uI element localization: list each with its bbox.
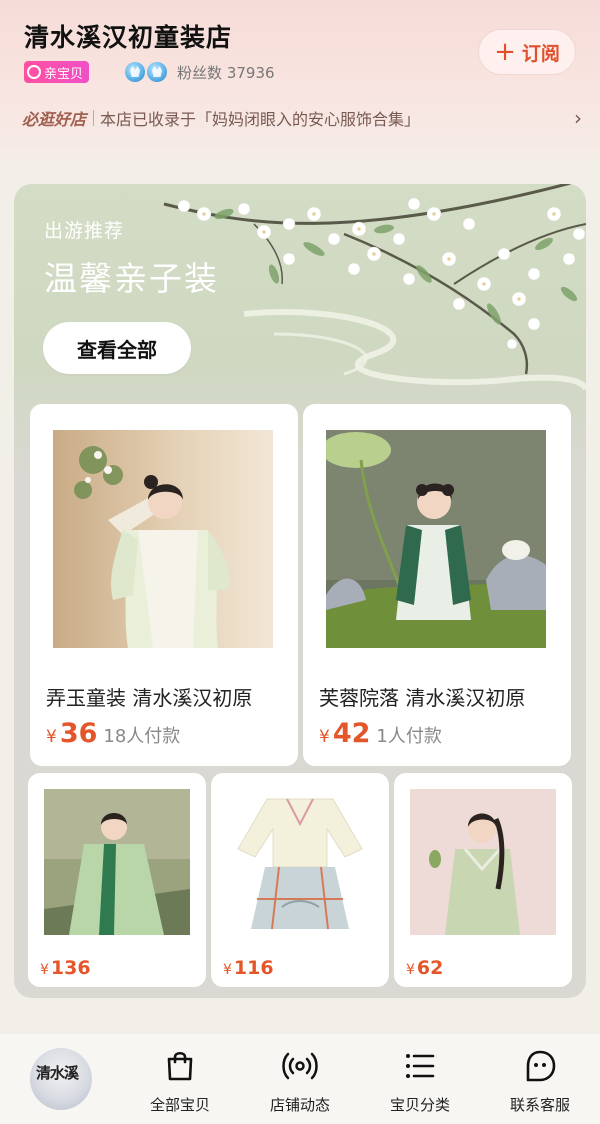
product-price: 116 [233,957,274,979]
promo-text: 本店已收录于「妈妈闭眼入的安心服饰合集」 [100,110,421,129]
chat-face-icon [526,1050,556,1082]
list-icon [406,1054,435,1078]
girl-green-hanfu-photo [44,789,190,935]
product-card[interactable]: 芙蓉院落 清水溪汉初原 ¥ 42 1人付款 [303,404,571,766]
banner-subtitle: 出游推荐 [44,220,125,242]
girl-lotus-photo [326,430,546,648]
nav-categories[interactable]: 宝贝分类 [365,1048,475,1118]
product-image[interactable] [44,789,190,935]
nav-customer-service[interactable]: 联系客服 [485,1048,595,1118]
shopping-bag-icon [167,1051,193,1081]
product-image[interactable] [53,430,273,648]
product-price-row: ¥ 116 [223,957,274,979]
view-all-button[interactable]: 查看全部 [43,322,191,374]
nav-label: 联系客服 [509,1096,570,1114]
subscribe-button[interactable]: + 订阅 [478,29,576,75]
product-card[interactable]: 弄玉童装 清水溪汉初原 ¥ 36 18人付款 [30,404,298,766]
promo-tag: 必逛好店 [22,106,95,130]
crown-icon [147,62,168,82]
store-logo-text: 清水溪 [36,1064,79,1082]
product-image[interactable] [410,789,556,935]
bottom-nav: 清水溪 全部宝贝 店铺动态 宝贝分类 联系客服 [0,1034,600,1124]
hanfu-set-photo [227,789,373,935]
promo-banner[interactable]: 必逛好店 本店已收录于「妈妈闭眼入的安心服饰合集」 › [22,104,582,132]
sold-count: 1人付款 [376,726,442,747]
product-card[interactable]: ¥ 116 [211,773,389,987]
promo-section: 出游推荐 温馨亲子装 查看全部 弄玉童装 清水溪汉初原 ¥ 36 18人付款 芙… [14,184,586,998]
sold-count: 18人付款 [103,726,181,747]
nav-store-feed[interactable]: 店铺动态 [245,1048,355,1118]
qin-baobei-badge[interactable]: 亲宝贝 [24,61,90,83]
store-logo-tab[interactable]: 清水溪 [30,1048,92,1110]
nav-label: 全部宝贝 [149,1096,210,1114]
product-price-row: ¥ 136 [40,957,91,979]
store-header: 清水溪汉初童装店 亲宝贝 粉丝数 37936 + 订阅 必逛好店 本店已收录于「… [0,0,600,160]
chevron-right-icon: › [574,106,582,130]
nav-label: 宝贝分类 [389,1096,450,1114]
product-card[interactable]: ¥ 136 [28,773,206,987]
qin-badge-label: 亲宝贝 [44,66,84,82]
banner-title: 温馨亲子装 [44,259,219,298]
nav-all-items[interactable]: 全部宝贝 [125,1048,235,1118]
product-image[interactable] [227,789,373,935]
product-price: 36 [59,718,98,749]
subscribe-label: 订阅 [521,42,560,65]
fans-count: 粉丝数 37936 [177,63,275,82]
store-badge-row: 亲宝贝 粉丝数 37936 [24,60,275,84]
girl-hanfu-photo [53,430,273,648]
product-title: 弄玉童装 清水溪汉初原 [46,686,253,710]
product-image[interactable] [326,430,546,648]
store-name[interactable]: 清水溪汉初童装店 [24,18,232,54]
crown-icon [125,62,146,82]
nav-label: 店铺动态 [269,1096,330,1114]
product-price: 42 [332,718,371,749]
product-price-row: ¥ 42 1人付款 [319,718,442,749]
product-card[interactable]: ¥ 62 [394,773,572,987]
product-price-row: ¥ 62 [406,957,444,979]
product-price: 62 [416,957,444,979]
store-rank-crowns[interactable] [125,62,168,82]
product-title: 芙蓉院落 清水溪汉初原 [319,686,526,710]
plus-icon: + [494,37,516,67]
q-logo-icon [27,65,41,79]
product-price-row: ¥ 36 18人付款 [46,718,181,749]
product-price: 136 [50,957,91,979]
broadcast-icon [282,1052,318,1080]
girl-pink-background-photo [410,789,556,935]
